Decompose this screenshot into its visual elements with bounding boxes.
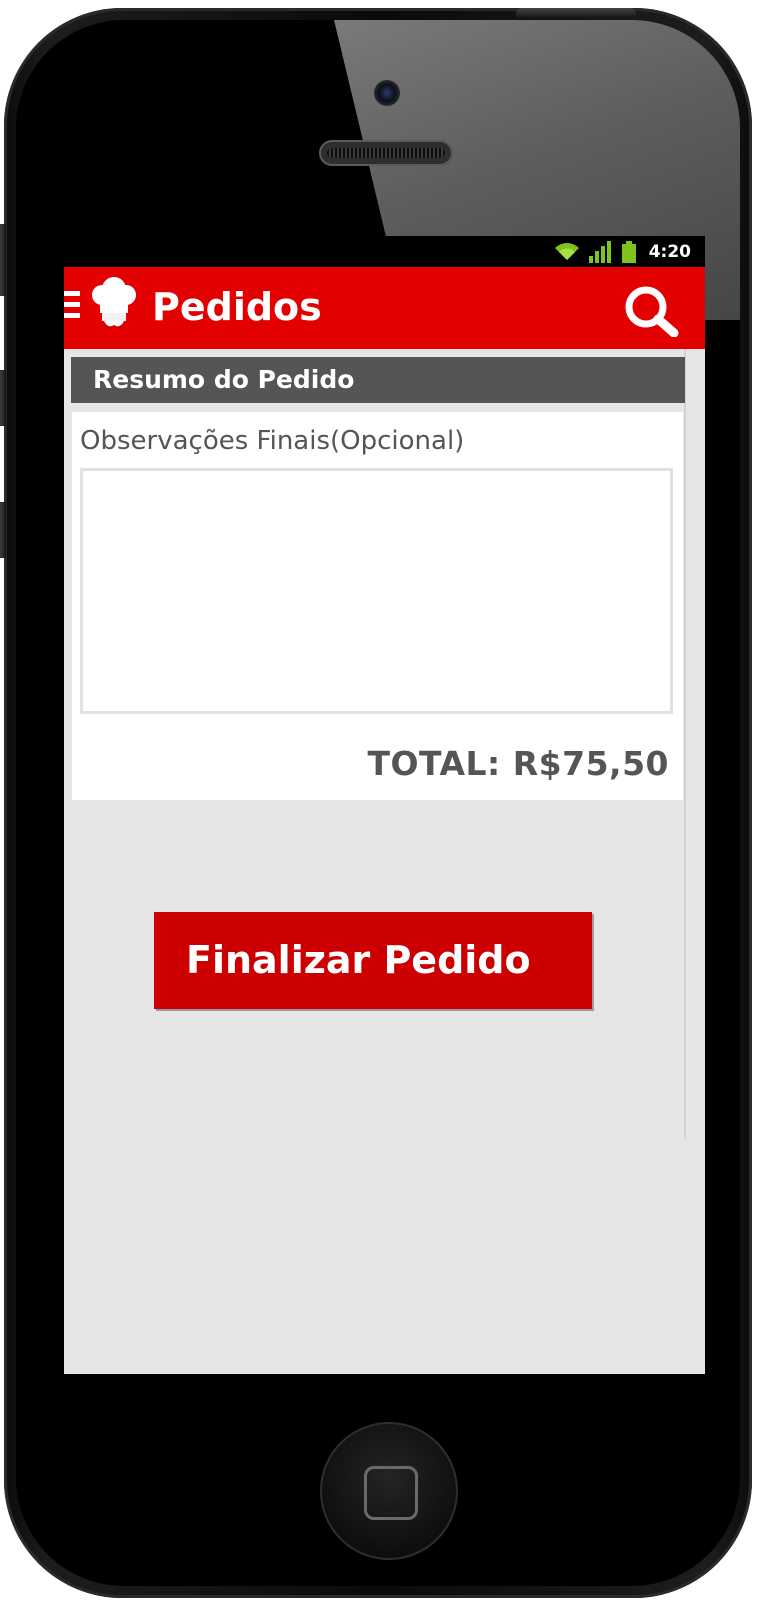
finalize-order-label: Finalizar Pedido [186,938,531,982]
hamburger-menu-icon[interactable] [64,291,82,327]
order-total: TOTAL: R$75,50 [367,744,669,783]
page-title: Pedidos [152,285,322,329]
finalize-order-button[interactable]: Finalizar Pedido [154,912,592,1009]
search-icon[interactable] [622,285,682,337]
home-square-icon [364,1466,418,1520]
chef-hat-logo[interactable] [88,277,140,337]
app-bar: Pedidos [64,267,705,349]
status-icons: 4:20 [554,240,691,264]
volume-up-button [0,370,6,426]
observations-label: Observações Finais(Opcional) [80,426,465,456]
order-summary-title: Resumo do Pedido [93,365,355,394]
power-button [516,8,636,18]
battery-icon [621,241,636,263]
order-summary-card: Observações Finais(Opcional) TOTAL: R$75… [72,412,683,800]
main-content: Resumo do Pedido Observações Finais(Opci… [64,349,705,1374]
wifi-icon [554,243,579,260]
home-button[interactable] [320,1422,458,1560]
status-time: 4:20 [648,242,691,262]
earpiece-speaker [319,140,453,166]
content-edge-divider [684,349,686,1139]
volume-down-button [0,502,6,558]
front-camera [374,80,400,106]
observations-textarea[interactable] [80,468,673,714]
mute-switch [0,224,6,296]
signal-icon [588,241,611,263]
order-summary-header: Resumo do Pedido [71,357,685,403]
app-screen: 4:20 Pedidos Resumo do Pedido Observaçõe… [64,236,705,1374]
status-bar: 4:20 [64,236,705,267]
